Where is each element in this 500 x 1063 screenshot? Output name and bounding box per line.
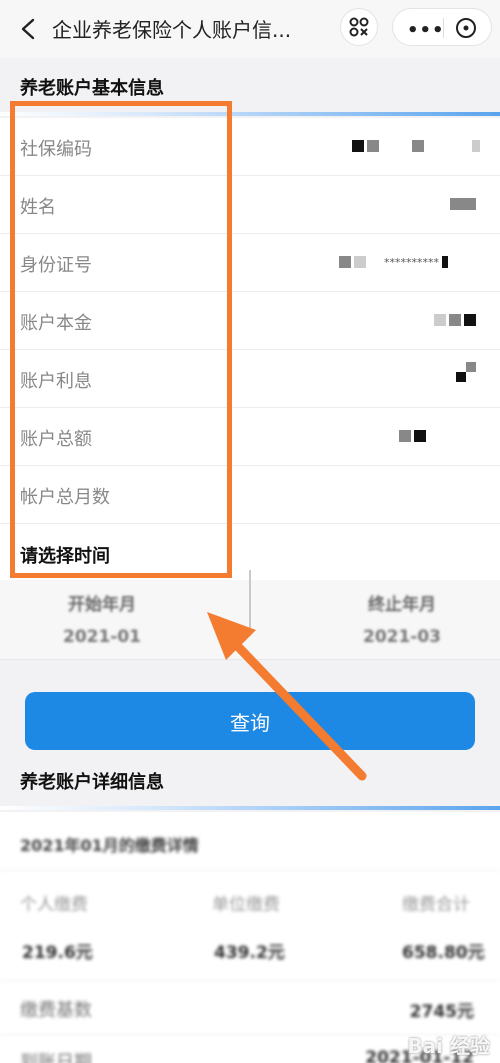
column-header: 缴费合计 [402,895,470,915]
end-date-label: 终止年月 [368,595,436,615]
column-header: 个人缴费 [20,895,88,915]
employer-payment-value: 439.2元 [214,943,285,963]
redacted-value [434,309,476,331]
scan-button[interactable] [340,8,378,46]
query-button[interactable]: 查询 [25,692,475,750]
nav-bar: 企业养老保险个人账户信... ••• [0,0,500,58]
detail-info-header: 养老账户详细信息 [0,752,500,810]
detail-info-card: 2021年01月的缴费详情 个人缴费 单位缴费 缴费合计 219.6元 439.… [0,812,500,1063]
page-title: 企业养老保险个人账户信... [52,18,292,42]
arrival-date-label: 到账日期 [20,1052,92,1063]
payment-base-value: 2745元 [409,1002,474,1022]
payment-total-value: 658.80元 [402,943,485,963]
capsule-menu: ••• [392,8,492,46]
basic-info-title: 养老账户基本信息 [20,78,164,99]
start-date-value: 2021-01 [62,627,142,647]
masked-id-text: ********** [384,255,439,269]
back-button[interactable] [12,13,44,45]
month-detail-title: 2021年01月的缴费详情 [20,836,199,855]
capsule-divider [443,18,444,38]
redacted-value: ********** [339,251,448,273]
more-button[interactable]: ••• [407,20,445,41]
column-header: 单位缴费 [212,895,280,915]
end-date-picker[interactable]: 终止年月 2021-03 [302,590,500,647]
watermark: Bai 经验 [407,1034,490,1058]
divider [0,980,500,981]
redacted-value [456,362,476,384]
end-date-value: 2021-03 [362,627,442,647]
detail-info-title: 养老账户详细信息 [20,772,164,793]
annotation-highlight-box [10,101,232,578]
mini-program-code-icon [349,17,369,37]
divider [0,870,500,871]
personal-payment-value: 219.6元 [22,943,93,963]
close-circle-icon [456,18,476,38]
header-accent-line [0,806,500,810]
start-date-picker[interactable]: 开始年月 2021-01 [2,590,202,647]
date-divider [249,570,251,636]
payment-base-label: 缴费基数 [20,1000,92,1021]
redacted-value [399,425,426,447]
chevron-left-icon [21,18,35,40]
start-date-label: 开始年月 [68,595,136,615]
redacted-value [450,193,476,215]
close-button[interactable] [455,17,477,39]
redacted-value [352,135,480,157]
